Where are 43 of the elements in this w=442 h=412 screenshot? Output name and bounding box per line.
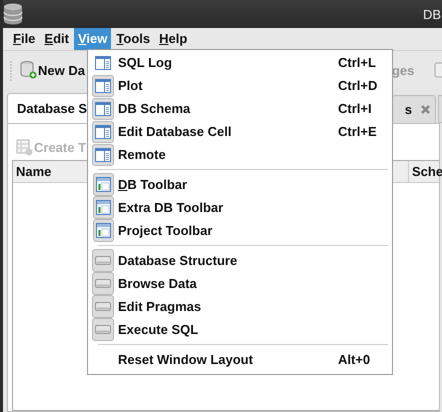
menu-item[interactable]: Reset Window Layout Alt+0 (88, 348, 392, 371)
menu-item[interactable]: Edit Pragmas (88, 295, 392, 318)
menu-item[interactable]: DB Schema Ctrl+I (88, 97, 392, 120)
database-add-icon (20, 61, 37, 79)
menu-item[interactable]: DB Toolbar (88, 173, 392, 196)
menu-item[interactable]: SQL Log Ctrl+L (88, 51, 392, 74)
menu-item[interactable]: Remote (88, 143, 392, 166)
menu-item-label: Plot (118, 78, 143, 93)
menu-item[interactable]: Project Toolbar (88, 219, 392, 242)
grip-handle-icon[interactable] (9, 59, 13, 81)
menu-item[interactable]: File (9, 28, 40, 50)
menu-item-label: Edit Database Cell (118, 124, 232, 139)
table-add-icon (16, 138, 33, 156)
menu-item[interactable]: Browse Data (88, 272, 392, 295)
menu-item[interactable]: Edit (40, 28, 73, 50)
menu-item[interactable]: Database Structure (88, 249, 392, 272)
menu-item-label: Extra DB Toolbar (118, 200, 224, 215)
menu-item-label: Edit Pragmas (118, 299, 202, 314)
menu-item-label: SQL Log (118, 55, 172, 70)
shortcut-text: Ctrl+I (338, 101, 373, 116)
menu-item[interactable]: Edit Database Cell Ctrl+E (88, 120, 392, 143)
menu-item[interactable]: Execute SQL (88, 318, 392, 341)
toolbar-button[interactable]: New Da (18, 61, 87, 79)
menu-item-label: DB Toolbar (118, 177, 188, 192)
shortcut-text: Ctrl+L (338, 55, 377, 70)
menu-item-label: Remote (118, 147, 166, 162)
shortcut-text: Ctrl+E (338, 124, 378, 139)
menu-item-label: DB Schema (118, 101, 190, 116)
menu-item[interactable]: Extra DB Toolbar (88, 196, 392, 219)
menu-item-label: Execute SQL (118, 322, 198, 337)
menu-item[interactable]: Plot Ctrl+D (88, 74, 392, 97)
menu-item-label: Project Toolbar (118, 223, 212, 238)
menu-item-label: Browse Data (118, 276, 197, 291)
window-title: DB (422, 6, 442, 22)
menu-item-label: Reset Window Layout (118, 352, 253, 367)
shortcut-text: Alt+0 (338, 352, 372, 367)
tab[interactable] (438, 95, 442, 123)
menu-item[interactable]: Help (155, 28, 192, 50)
menu-item-label: Database Structure (118, 253, 238, 268)
menu-item[interactable]: Tools (112, 28, 154, 50)
shortcut-text: Ctrl+D (338, 78, 378, 93)
tab[interactable]: s (392, 95, 436, 123)
close-icon[interactable] (420, 104, 431, 115)
